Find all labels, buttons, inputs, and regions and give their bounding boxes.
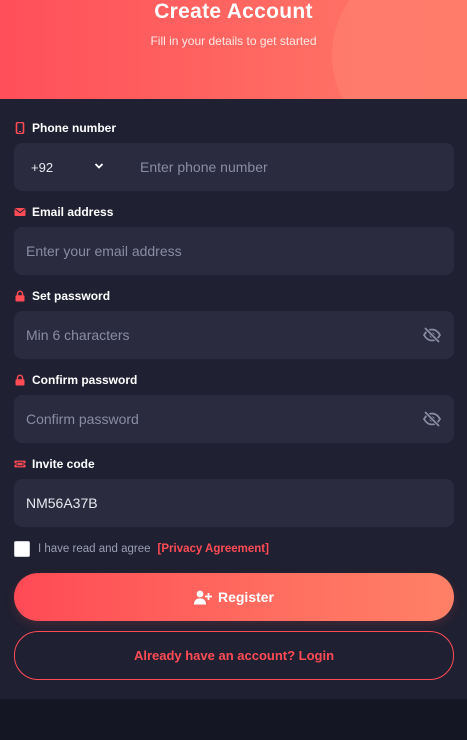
invite-code-field — [14, 479, 454, 527]
phone-field: +92 — [14, 143, 454, 191]
agreement-row: I have read and agree [Privacy Agreement… — [14, 540, 269, 558]
page-subtitle: Fill in your details to get started — [150, 34, 317, 48]
email-label-text: Email address — [32, 205, 114, 219]
eye-slash-icon[interactable] — [422, 325, 442, 345]
add-user-icon — [193, 590, 212, 604]
envelope-icon — [14, 208, 26, 216]
login-button-label: Already have an account? Login — [133, 648, 335, 663]
header-banner: Create Account Fill in your details to g… — [0, 0, 467, 99]
confirm-password-field — [14, 395, 454, 443]
password-input[interactable] — [14, 311, 454, 359]
register-button[interactable]: Register — [14, 573, 454, 621]
agreement-checkbox[interactable] — [14, 541, 30, 557]
invite-code-label-text: Invite code — [32, 457, 95, 471]
register-button-label: Register — [217, 589, 275, 605]
invite-code-label: Invite code — [14, 456, 95, 472]
phone-input-wrap — [140, 143, 454, 191]
confirm-password-input[interactable] — [14, 395, 454, 443]
lock-icon — [15, 374, 25, 386]
ticket-icon — [14, 460, 26, 468]
confirm-password-label-text: Confirm password — [32, 373, 138, 387]
email-input[interactable] — [14, 227, 454, 275]
chevron-down-icon — [94, 163, 104, 169]
country-code-select[interactable]: +92 — [14, 143, 124, 191]
phone-input[interactable] — [140, 143, 454, 191]
agreement-text: I have read and agree — [38, 543, 151, 555]
privacy-agreement-link[interactable]: [Privacy Agreement] — [158, 543, 269, 555]
page-title: Create Account — [154, 0, 313, 23]
password-label-text: Set password — [32, 289, 111, 303]
phone-icon — [15, 122, 25, 134]
password-field — [14, 311, 454, 359]
email-label: Email address — [14, 204, 113, 220]
email-field — [14, 227, 454, 275]
country-code-value: +92 — [31, 159, 54, 175]
confirm-password-label: Confirm password — [14, 372, 137, 388]
phone-label: Phone number — [14, 120, 116, 136]
eye-slash-icon[interactable] — [422, 409, 442, 429]
password-label: Set password — [14, 288, 110, 304]
login-button[interactable]: Already have an account? Login — [14, 631, 454, 680]
lock-icon — [15, 290, 25, 302]
phone-label-text: Phone number — [32, 121, 117, 135]
invite-code-input[interactable] — [14, 479, 454, 527]
